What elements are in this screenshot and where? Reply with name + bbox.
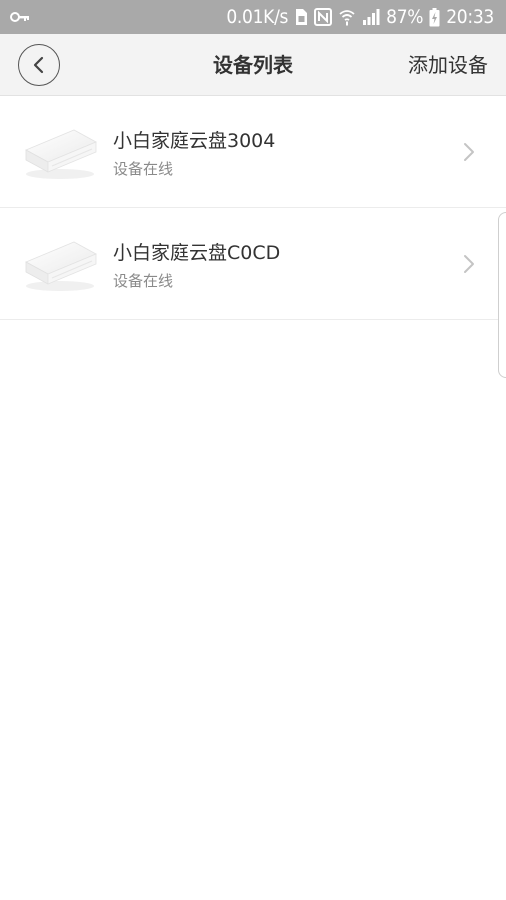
- device-list-item[interactable]: 小白家庭云盘C0CD 设备在线: [0, 208, 506, 320]
- header-bar: 设备列表 添加设备: [0, 34, 506, 96]
- time-text: 20:33: [446, 6, 494, 28]
- chevron-left-icon: [33, 56, 44, 74]
- device-status: 设备在线: [113, 160, 174, 178]
- battery-charging-icon: [429, 7, 440, 27]
- cloud-drive-device-icon: [25, 241, 97, 291]
- app-screen: 0.01K/s 87% 20:33 设备列表 添加设备 小白家庭云盘3004 设…: [0, 0, 506, 900]
- device-status: 设备在线: [113, 272, 174, 290]
- wifi-icon: [338, 8, 356, 26]
- status-bar: 0.01K/s 87% 20:33: [0, 0, 506, 34]
- device-name: 小白家庭云盘C0CD: [113, 242, 281, 264]
- chevron-right-icon: [464, 255, 474, 273]
- signal-icon: [362, 8, 380, 26]
- cloud-drive-device-icon: [25, 129, 97, 179]
- device-list: 小白家庭云盘3004 设备在线 小白家庭云盘C0CD 设备在线: [0, 96, 506, 320]
- chevron-right-icon: [464, 143, 474, 161]
- sim-icon: [294, 8, 308, 26]
- battery-percent-text: 87%: [386, 6, 424, 28]
- device-name: 小白家庭云盘3004: [113, 130, 276, 152]
- edge-panel-handle[interactable]: [498, 212, 506, 378]
- back-button[interactable]: [18, 44, 60, 86]
- add-device-button[interactable]: 添加设备: [408, 34, 488, 96]
- nfc-icon: [314, 8, 333, 26]
- device-list-item[interactable]: 小白家庭云盘3004 设备在线: [0, 96, 506, 208]
- key-icon: [10, 11, 30, 23]
- net-speed-text: 0.01K/s: [226, 6, 289, 28]
